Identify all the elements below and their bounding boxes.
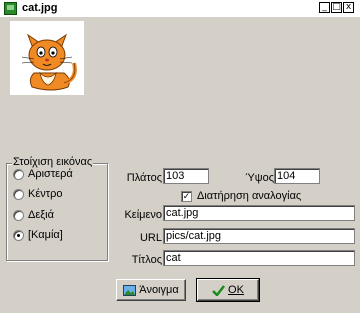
- keep-ratio-checkbox[interactable]: ✓: [181, 191, 192, 202]
- cat-image: [10, 21, 84, 95]
- alignment-groupbox: Στοίχιση εικόνας Αριστερά Κέντρο Δεξιά […: [6, 156, 108, 261]
- image-preview-area: [10, 21, 360, 145]
- radio-label: Δεξιά: [28, 209, 54, 221]
- radio-button[interactable]: [13, 188, 24, 200]
- title-label: Τίτλος: [131, 254, 162, 266]
- width-input[interactable]: 103: [163, 168, 209, 184]
- radio-button[interactable]: [13, 168, 24, 180]
- radio-button-checked[interactable]: [13, 229, 24, 241]
- width-label: Πλάτος: [126, 172, 162, 184]
- height-label: Ύψος: [245, 172, 274, 184]
- url-label: URL: [139, 232, 162, 244]
- dialog-content: Στοίχιση εικόνας Αριστερά Κέντρο Δεξιά […: [4, 18, 356, 313]
- text-input[interactable]: cat.jpg: [163, 205, 355, 221]
- radio-align-right[interactable]: Δεξιά: [13, 208, 54, 222]
- text-label: Κείμενο: [124, 209, 162, 221]
- checkmark-icon: [212, 284, 226, 297]
- height-input[interactable]: 104: [274, 168, 320, 184]
- open-button-label: Άνοιγμα: [139, 284, 179, 296]
- cat-icon: [21, 33, 77, 91]
- close-button[interactable]: x: [343, 2, 354, 13]
- ok-button-label: OK: [228, 284, 244, 296]
- window-title: cat.jpg: [22, 2, 58, 14]
- title-bar: cat.jpg _ □ x: [0, 0, 360, 17]
- image-properties-dialog: cat.jpg _ □ x Στοίχιση εικόνας Αριστερά …: [0, 0, 360, 313]
- url-input[interactable]: pics/cat.jpg: [163, 228, 355, 244]
- minimize-button[interactable]: _: [319, 2, 330, 13]
- radio-align-left[interactable]: Αριστερά: [13, 167, 73, 181]
- open-button[interactable]: Άνοιγμα: [116, 279, 186, 301]
- maximize-button[interactable]: □: [331, 2, 342, 13]
- app-icon: [4, 2, 17, 15]
- radio-label: [Καμία]: [28, 229, 63, 241]
- radio-label: Κέντρο: [28, 188, 63, 200]
- radio-align-center[interactable]: Κέντρο: [13, 187, 62, 201]
- ok-button[interactable]: OK: [196, 278, 260, 302]
- keep-ratio-label: Διατήρηση αναλογίας: [197, 190, 302, 202]
- radio-button[interactable]: [13, 209, 24, 221]
- title-input[interactable]: cat: [163, 250, 355, 266]
- radio-align-none[interactable]: [Καμία]: [13, 228, 63, 242]
- picture-icon: [123, 284, 137, 296]
- radio-label: Αριστερά: [28, 168, 73, 180]
